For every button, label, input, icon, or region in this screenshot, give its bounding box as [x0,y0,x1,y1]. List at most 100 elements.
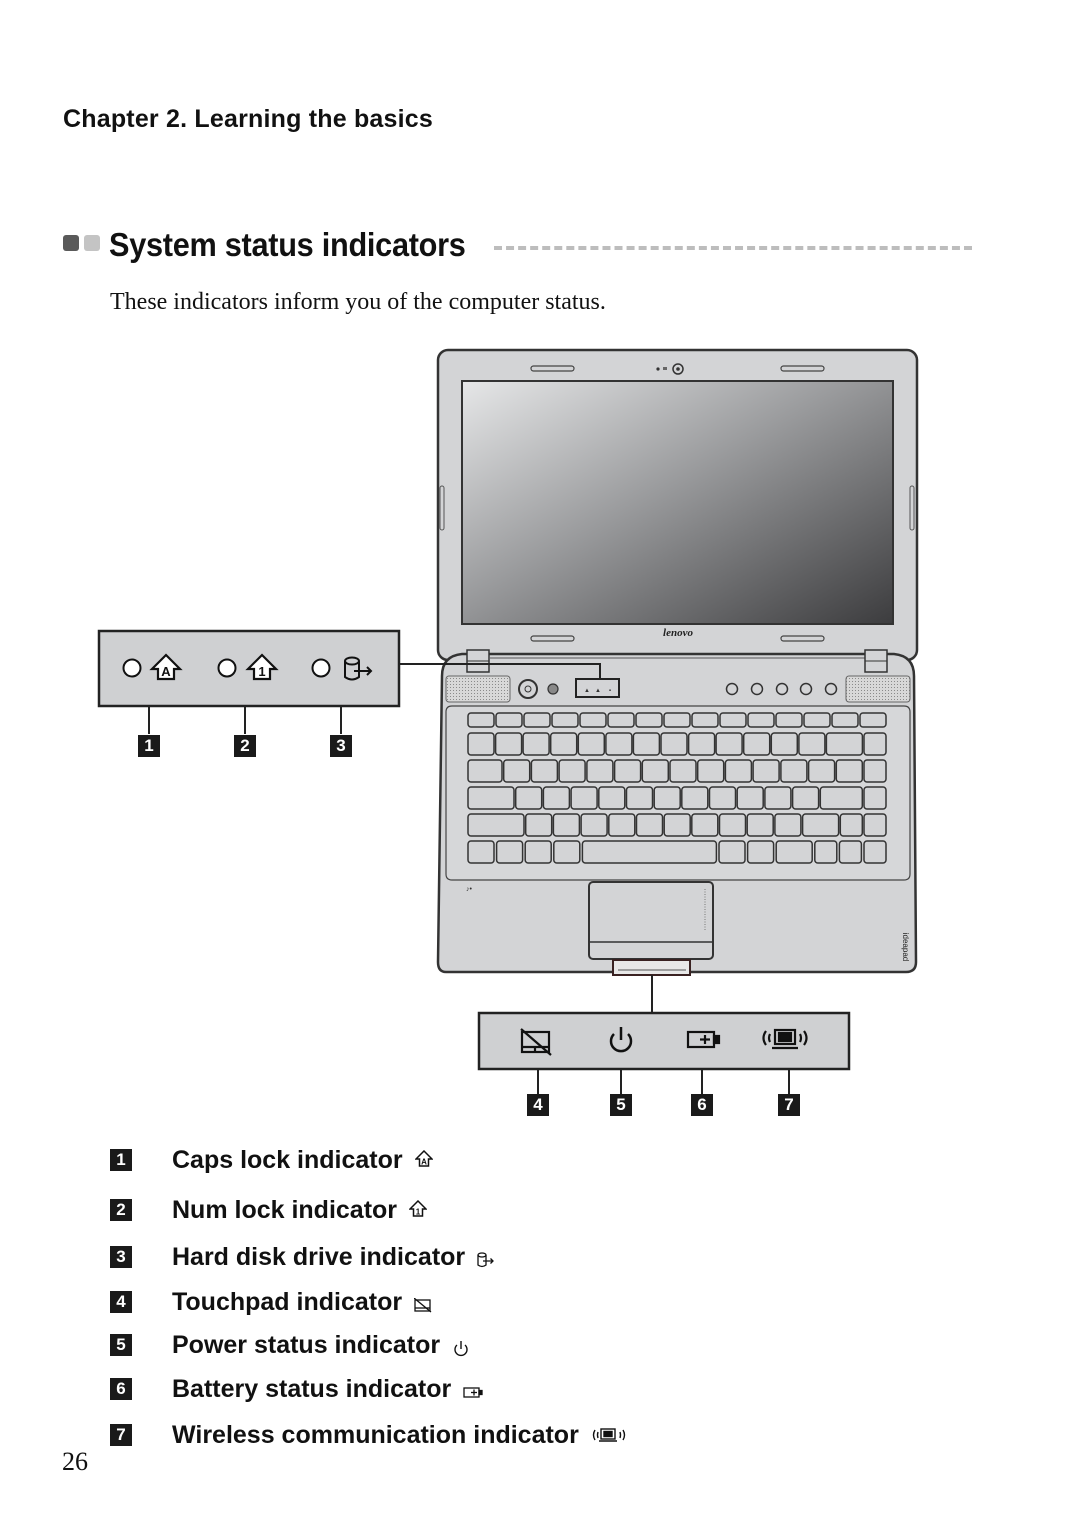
keyboard-key [746,813,774,837]
keyboard-key [819,786,864,810]
keyboard-key [774,813,802,837]
keyboard-key [598,786,626,810]
keyboard-key [467,840,495,864]
keyboard-key [724,759,753,783]
hard-disk-icon [477,1252,495,1268]
front-indicator-panel [477,975,851,1094]
touchpad [588,881,714,960]
laptop-lid: lenovo [436,348,919,662]
svg-text:▲: ▲ [584,688,590,694]
legend-label: Num lock indicator [172,1195,398,1224]
wireless-icon [592,1428,626,1442]
power-icon [454,1341,468,1357]
keyboard-key [495,712,523,728]
brand-logo: lenovo [663,627,693,639]
legend-badge: 7 [110,1424,132,1446]
keyboard-key [605,732,633,756]
callout-badge-4: 4 [527,1094,549,1116]
keyboard-key [718,813,747,837]
page-number: 26 [62,1447,88,1476]
keyboard-key [524,840,552,864]
legend-item: 2 Num lock indicator 1 [110,1195,428,1225]
keyboard-key [552,813,581,837]
keyboard-key [524,813,553,837]
keyboard-key [859,712,887,728]
keyboard-key [798,732,826,756]
keyboard-key [669,759,697,783]
keyboard-key [691,712,719,728]
keyboard-key [514,786,543,810]
keyboard-key [502,759,531,783]
keyboard-key [577,732,606,756]
keyboard-key [747,712,775,728]
callout-badge-2: 2 [234,735,256,757]
keyboard-key [764,786,792,810]
legend-label: Hard disk drive indicator [172,1242,466,1271]
legend-label: Touchpad indicator [172,1287,403,1316]
keyboard-key [586,759,614,783]
keyboard-key [522,732,550,756]
keyboard-key [579,712,607,728]
svg-text:▪: ▪ [609,688,611,694]
keyboard-key [780,759,808,783]
keyboard-key [803,712,831,728]
keyboard-key [770,732,799,756]
keyboard-key [775,712,803,728]
keyboard-key [467,813,525,837]
keyboard-key [814,840,838,864]
keyboard-key [719,712,747,728]
battery-icon [463,1387,483,1398]
keyboard-key [608,813,636,837]
keyboard-key [530,759,559,783]
keyboard-key [718,840,746,864]
keyboard-key [752,759,780,783]
keyboard-key [551,712,579,728]
callout-badge-5: 5 [610,1094,632,1116]
onekey-button [547,683,559,695]
keyboard-key [708,786,737,810]
keyboard-key [687,732,716,756]
callout-badge-6: 6 [691,1094,713,1116]
callout-badge-7: 7 [778,1094,800,1116]
keyboard-key [746,840,775,864]
keyboard-key [467,712,495,728]
keyboard-key [807,759,836,783]
keyboard-key [801,813,840,837]
keyboard-key [494,732,523,756]
legend-badge: 3 [110,1246,132,1268]
svg-text:1: 1 [258,664,265,679]
keyboard-key [549,732,578,756]
keyboard-key [495,840,524,864]
legend-badge: 5 [110,1334,132,1356]
svg-text:♪•: ♪• [466,886,473,893]
svg-text:A: A [421,1158,427,1167]
keyboard-key [613,759,642,783]
legend-badge: 2 [110,1199,132,1221]
keyboard-key [523,712,551,728]
keyboard-key [791,786,820,810]
keyboard-key [660,732,688,756]
num-lock-icon: 1 [409,1200,428,1217]
callout-badge-1: 1 [138,735,160,757]
series-logo: ideapad [901,933,910,961]
laptop-screen [461,380,894,625]
legend-label: Caps lock indicator [172,1145,403,1174]
keyboard-key [681,786,709,810]
keyboard-key [839,813,864,837]
touchpad-icon [414,1298,432,1313]
keyboard-key [742,732,771,756]
legend-item: 1 Caps lock indicator A [110,1145,433,1175]
svg-text:1: 1 [416,1208,421,1217]
keyboard-key [691,813,719,837]
keyboard-key [607,712,635,728]
keyboard-key [632,732,661,756]
legend-item: 5 Power status indicator [110,1330,470,1360]
legend-label: Wireless communication indicator [172,1420,579,1449]
keyboard-key [835,759,864,783]
keyboard-key [467,732,495,756]
keyboard-key [542,786,571,810]
legend-badge: 1 [110,1149,132,1171]
svg-text:A: A [161,664,171,679]
keyboard-key [715,732,743,756]
keyboard-key [558,759,586,783]
